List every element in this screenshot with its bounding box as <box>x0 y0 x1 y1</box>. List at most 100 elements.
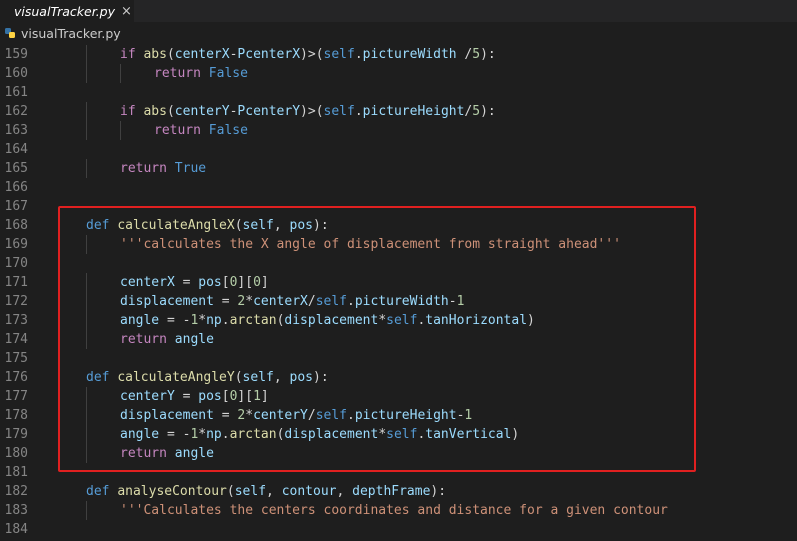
code-text: return angle <box>120 330 214 349</box>
code-line[interactable]: 181 <box>0 463 797 482</box>
code-line[interactable]: 179 angle = -1*np.arctan(displacement*sel… <box>0 425 797 444</box>
code-token: False <box>208 123 248 138</box>
code-line[interactable]: 174 return angle <box>0 330 797 349</box>
tab-visualtracker[interactable]: visualTracker.py × <box>0 0 134 22</box>
code-token: return <box>120 446 175 461</box>
code-token: def <box>86 218 118 233</box>
code-token: = - <box>159 427 191 442</box>
code-token: return <box>120 332 175 347</box>
code-token: self <box>315 294 347 309</box>
code-token: np <box>206 427 222 442</box>
code-token: , <box>273 218 290 233</box>
code-line[interactable]: 175 <box>0 349 797 368</box>
code-line[interactable]: 172 displacement = 2*centerX/self.picture… <box>0 292 797 311</box>
indent-guide <box>86 159 87 178</box>
code-line[interactable]: 184 <box>0 520 797 539</box>
code-token: * <box>245 408 254 423</box>
line-number: 176 <box>4 370 28 385</box>
code-token: ): <box>480 47 496 62</box>
indent-guide <box>86 387 87 406</box>
code-token: ) <box>511 427 520 442</box>
code-token: tanVertical <box>425 427 512 442</box>
code-token: PcenterX <box>237 47 301 62</box>
close-icon[interactable]: × <box>121 4 132 19</box>
line-number: 177 <box>4 389 28 404</box>
code-token: pictureHeight <box>354 408 457 423</box>
code-token: ][ <box>237 389 254 404</box>
code-line[interactable]: 159 if abs(centerX-PcenterX)>(self.pictur… <box>0 45 797 64</box>
indent-guide <box>86 425 87 444</box>
code-token: 5 <box>472 104 481 119</box>
code-token: angle <box>174 332 214 347</box>
code-token: , <box>336 484 353 499</box>
code-line[interactable]: 171 centerX = pos[0][0] <box>0 273 797 292</box>
code-line[interactable]: 160 return False <box>0 64 797 83</box>
code-line[interactable]: 177 centerY = pos[0][1] <box>0 387 797 406</box>
code-token: ): <box>313 218 329 233</box>
indent-guide <box>86 330 87 349</box>
code-token: np <box>206 313 222 328</box>
code-line[interactable]: 180 return angle <box>0 444 797 463</box>
code-token: if <box>120 47 144 62</box>
code-token: 0 <box>253 275 261 290</box>
code-line[interactable]: 166 <box>0 178 797 197</box>
code-line[interactable]: 182 def analyseContour(self, contour, dep… <box>0 482 797 501</box>
code-token: 1 <box>253 389 261 404</box>
code-token: [ <box>221 389 230 404</box>
code-line[interactable]: 165 return True <box>0 159 797 178</box>
code-token: * <box>378 427 387 442</box>
code-text: angle = -1*np.arctan(displacement*self.t… <box>120 311 535 330</box>
code-line[interactable]: 168 def calculateAngleX(self, pos): <box>0 216 797 235</box>
code-line[interactable]: 176 def calculateAngleY(self, pos): <box>0 368 797 387</box>
code-text: angle = -1*np.arctan(displacement*self.t… <box>120 425 519 444</box>
code-line[interactable]: 183 '''Calculates the centers coordinates… <box>0 501 797 520</box>
code-token: pictureHeight <box>362 104 465 119</box>
code-token: = <box>174 275 199 290</box>
code-token: return <box>154 66 209 81</box>
code-line[interactable]: 173 angle = -1*np.arctan(displacement*sel… <box>0 311 797 330</box>
code-token: centerY <box>253 408 308 423</box>
line-number: 164 <box>4 142 28 157</box>
code-editor[interactable]: 159 if abs(centerX-PcenterX)>(self.pictur… <box>0 44 797 541</box>
line-number: 184 <box>4 522 28 537</box>
code-token: / <box>307 408 316 423</box>
code-token: = - <box>159 313 191 328</box>
code-token: centerX <box>174 47 230 62</box>
code-token: True <box>174 161 207 176</box>
code-line[interactable]: 169 '''calculates the X angle of displace… <box>0 235 797 254</box>
code-token: self <box>323 104 355 119</box>
line-number: 172 <box>4 294 28 309</box>
code-line[interactable]: 164 <box>0 140 797 159</box>
code-token: ( <box>166 47 175 62</box>
code-line[interactable]: 162 if abs(centerY-PcenterY)>(self.pictur… <box>0 102 797 121</box>
code-text: displacement = 2*centerX/self.pictureWid… <box>120 292 464 311</box>
code-token: centerY <box>174 104 230 119</box>
code-token: ] <box>260 389 269 404</box>
code-token: , <box>273 370 290 385</box>
indent-guide <box>86 235 87 254</box>
code-token: )>( <box>300 104 324 119</box>
code-text: def calculateAngleX(self, pos): <box>86 216 329 235</box>
line-number: 169 <box>4 237 28 252</box>
indent-guide <box>86 311 87 330</box>
code-token: , <box>266 484 282 499</box>
code-text: return True <box>120 159 206 178</box>
tab-title: visualTracker.py <box>14 3 116 19</box>
code-line[interactable]: 178 displacement = 2*centerY/self.picture… <box>0 406 797 425</box>
line-number: 180 <box>4 446 28 461</box>
code-token: )>( <box>300 47 324 62</box>
code-token: centerX <box>253 294 308 309</box>
code-token: = <box>174 389 199 404</box>
code-line[interactable]: 167 <box>0 197 797 216</box>
breadcrumb-file[interactable]: visualTracker.py <box>21 26 121 41</box>
code-token: self <box>242 218 274 233</box>
code-line[interactable]: 170 <box>0 254 797 273</box>
line-number: 165 <box>4 161 28 176</box>
code-token: * <box>245 294 254 309</box>
code-token: centerX <box>120 275 175 290</box>
code-line[interactable]: 161 <box>0 83 797 102</box>
code-token: self <box>234 484 267 499</box>
indent-guide <box>86 273 87 292</box>
line-number: 167 <box>4 199 28 214</box>
code-line[interactable]: 163 return False <box>0 121 797 140</box>
